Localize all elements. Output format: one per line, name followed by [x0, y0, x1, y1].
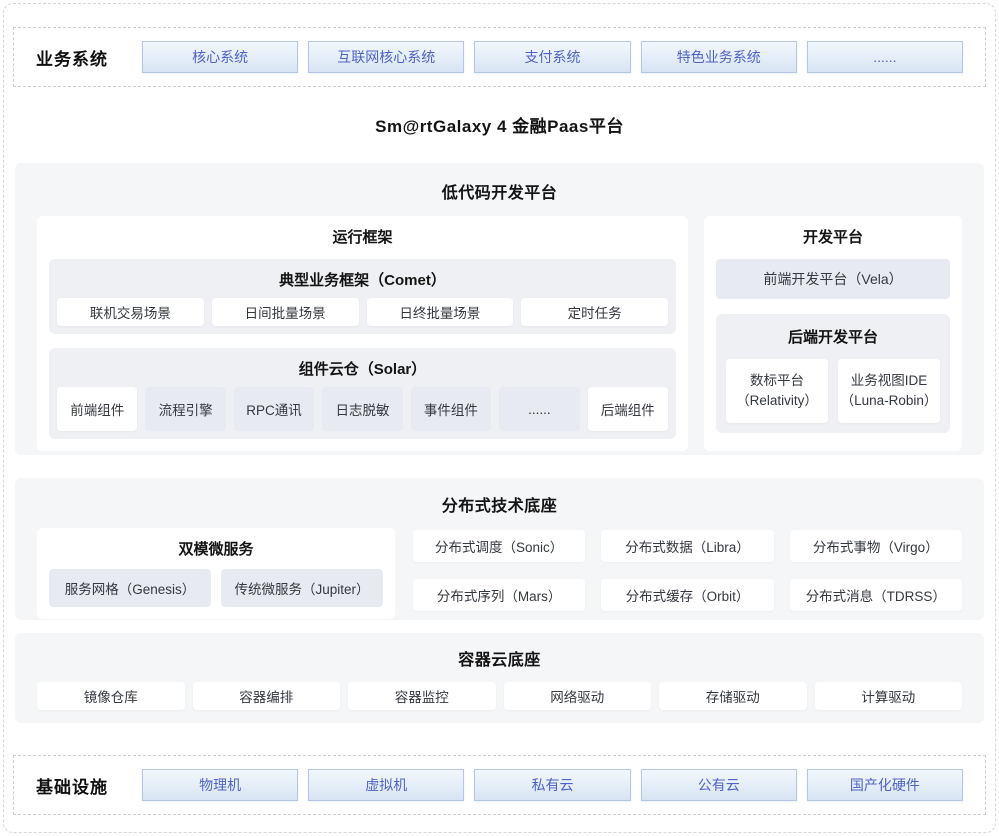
distributed-item-mars: 分布式序列（Mars）	[413, 579, 585, 611]
distributed-item-tdrss: 分布式消息（TDRSS）	[790, 579, 962, 611]
solar-warehouse-box: 组件云仓（Solar） 前端组件 流程引擎 RPC通讯 日志脱敏 事件组件 ..…	[49, 348, 676, 439]
dual-mode-items-row: 服务网格（Genesis） 传统微服务（Jupiter）	[49, 569, 383, 607]
business-system-core: 核心系统	[142, 41, 298, 73]
dual-mode-item-genesis: 服务网格（Genesis）	[49, 569, 211, 607]
backend-item-relativity-code: （Relativity）	[736, 391, 818, 411]
runtime-framework-box: 运行框架 典型业务框架（Comet） 联机交易场景 日间批量场景 日终批量场景 …	[37, 216, 688, 451]
container-item-orchestration: 容器编排	[193, 682, 341, 710]
container-item-compute-driver: 计算驱动	[815, 682, 963, 710]
backend-item-relativity-name: 数标平台	[750, 371, 804, 391]
distributed-item-sonic: 分布式调度（Sonic）	[413, 530, 585, 562]
infra-item-virtual-machine: 虚拟机	[308, 769, 464, 801]
solar-warehouse-title: 组件云仓（Solar）	[57, 358, 668, 379]
distributed-columns: 双模微服务 服务网格（Genesis） 传统微服务（Jupiter） 分布式调度…	[37, 528, 962, 619]
backend-item-luna-robin-name: 业务视图IDE	[851, 371, 928, 391]
business-system-payment: 支付系统	[474, 41, 630, 73]
container-item-storage-driver: 存储驱动	[659, 682, 807, 710]
dual-mode-item-jupiter: 传统微服务（Jupiter）	[221, 569, 383, 607]
container-item-monitoring: 容器监控	[348, 682, 496, 710]
comet-framework-title: 典型业务框架（Comet）	[57, 269, 668, 290]
container-item-network-driver: 网络驱动	[504, 682, 652, 710]
distributed-services-grid: 分布式调度（Sonic） 分布式数据（Libra） 分布式事物（Virgo） 分…	[413, 530, 962, 619]
dev-platform-title: 开发平台	[716, 226, 950, 247]
lowcode-columns: 运行框架 典型业务框架（Comet） 联机交易场景 日间批量场景 日终批量场景 …	[37, 216, 962, 451]
infra-item-physical-machine: 物理机	[142, 769, 298, 801]
backend-item-luna-robin: 业务视图IDE （Luna-Robin）	[838, 359, 940, 423]
frontend-dev-platform-vela: 前端开发平台（Vela）	[716, 259, 950, 299]
backend-item-luna-robin-code: （Luna-Robin）	[841, 391, 938, 411]
comet-framework-box: 典型业务框架（Comet） 联机交易场景 日间批量场景 日终批量场景 定时任务	[49, 259, 676, 334]
page-title: Sm@rtGalaxy 4 金融Paas平台	[0, 112, 999, 137]
distributed-base-section: 分布式技术底座 双模微服务 服务网格（Genesis） 传统微服务（Jupite…	[15, 478, 984, 620]
solar-item-frontend-components: 前端组件	[57, 387, 137, 431]
dev-platform-box: 开发平台 前端开发平台（Vela） 后端开发平台 数标平台 （Relativit…	[704, 216, 962, 451]
container-base-section: 容器云底座 镜像仓库 容器编排 容器监控 网络驱动 存储驱动 计算驱动	[15, 633, 984, 723]
solar-items-row: 前端组件 流程引擎 RPC通讯 日志脱敏 事件组件 ...... 后端组件	[57, 387, 668, 431]
solar-item-ellipsis: ......	[499, 387, 579, 431]
business-system-internet-core: 互联网核心系统	[308, 41, 464, 73]
comet-item-scheduled-task: 定时任务	[521, 298, 668, 326]
backend-dev-items-row: 数标平台 （Relativity） 业务视图IDE （Luna-Robin）	[726, 359, 940, 423]
solar-item-log-masking: 日志脱敏	[322, 387, 402, 431]
infra-item-private-cloud: 私有云	[474, 769, 630, 801]
business-system-ellipsis: ......	[807, 41, 963, 73]
dual-mode-title: 双模微服务	[49, 538, 383, 559]
container-item-image-registry: 镜像仓库	[37, 682, 185, 710]
comet-item-online-trade: 联机交易场景	[57, 298, 204, 326]
infrastructure-label: 基础设施	[36, 773, 132, 798]
business-system-special: 特色业务系统	[641, 41, 797, 73]
solar-item-event-components: 事件组件	[411, 387, 491, 431]
lowcode-platform-section: 低代码开发平台 运行框架 典型业务框架（Comet） 联机交易场景 日间批量场景…	[15, 163, 984, 455]
solar-item-process-engine: 流程引擎	[145, 387, 225, 431]
lowcode-platform-title: 低代码开发平台	[37, 179, 962, 203]
distributed-item-libra: 分布式数据（Libra）	[601, 530, 773, 562]
container-base-title: 容器云底座	[37, 646, 962, 670]
business-systems-strip: 业务系统 核心系统 互联网核心系统 支付系统 特色业务系统 ......	[13, 27, 986, 87]
solar-item-backend-components: 后端组件	[588, 387, 668, 431]
container-items-row: 镜像仓库 容器编排 容器监控 网络驱动 存储驱动 计算驱动	[37, 682, 962, 710]
backend-dev-platform-box: 后端开发平台 数标平台 （Relativity） 业务视图IDE （Luna-R…	[716, 314, 950, 433]
comet-item-intraday-batch: 日间批量场景	[212, 298, 359, 326]
infra-item-domestic-hardware: 国产化硬件	[807, 769, 963, 801]
infrastructure-strip: 基础设施 物理机 虚拟机 私有云 公有云 国产化硬件	[13, 755, 986, 815]
distributed-item-virgo: 分布式事物（Virgo）	[790, 530, 962, 562]
dual-mode-microservice-box: 双模微服务 服务网格（Genesis） 传统微服务（Jupiter）	[37, 528, 395, 619]
distributed-item-orbit: 分布式缓存（Orbit）	[601, 579, 773, 611]
infra-item-public-cloud: 公有云	[641, 769, 797, 801]
backend-item-relativity: 数标平台 （Relativity）	[726, 359, 828, 423]
comet-items-row: 联机交易场景 日间批量场景 日终批量场景 定时任务	[57, 298, 668, 326]
distributed-base-title: 分布式技术底座	[37, 492, 962, 516]
backend-dev-platform-title: 后端开发平台	[726, 326, 940, 347]
runtime-framework-title: 运行框架	[49, 226, 676, 247]
comet-item-eod-batch: 日终批量场景	[367, 298, 514, 326]
solar-item-rpc: RPC通讯	[234, 387, 314, 431]
business-systems-label: 业务系统	[36, 45, 132, 70]
